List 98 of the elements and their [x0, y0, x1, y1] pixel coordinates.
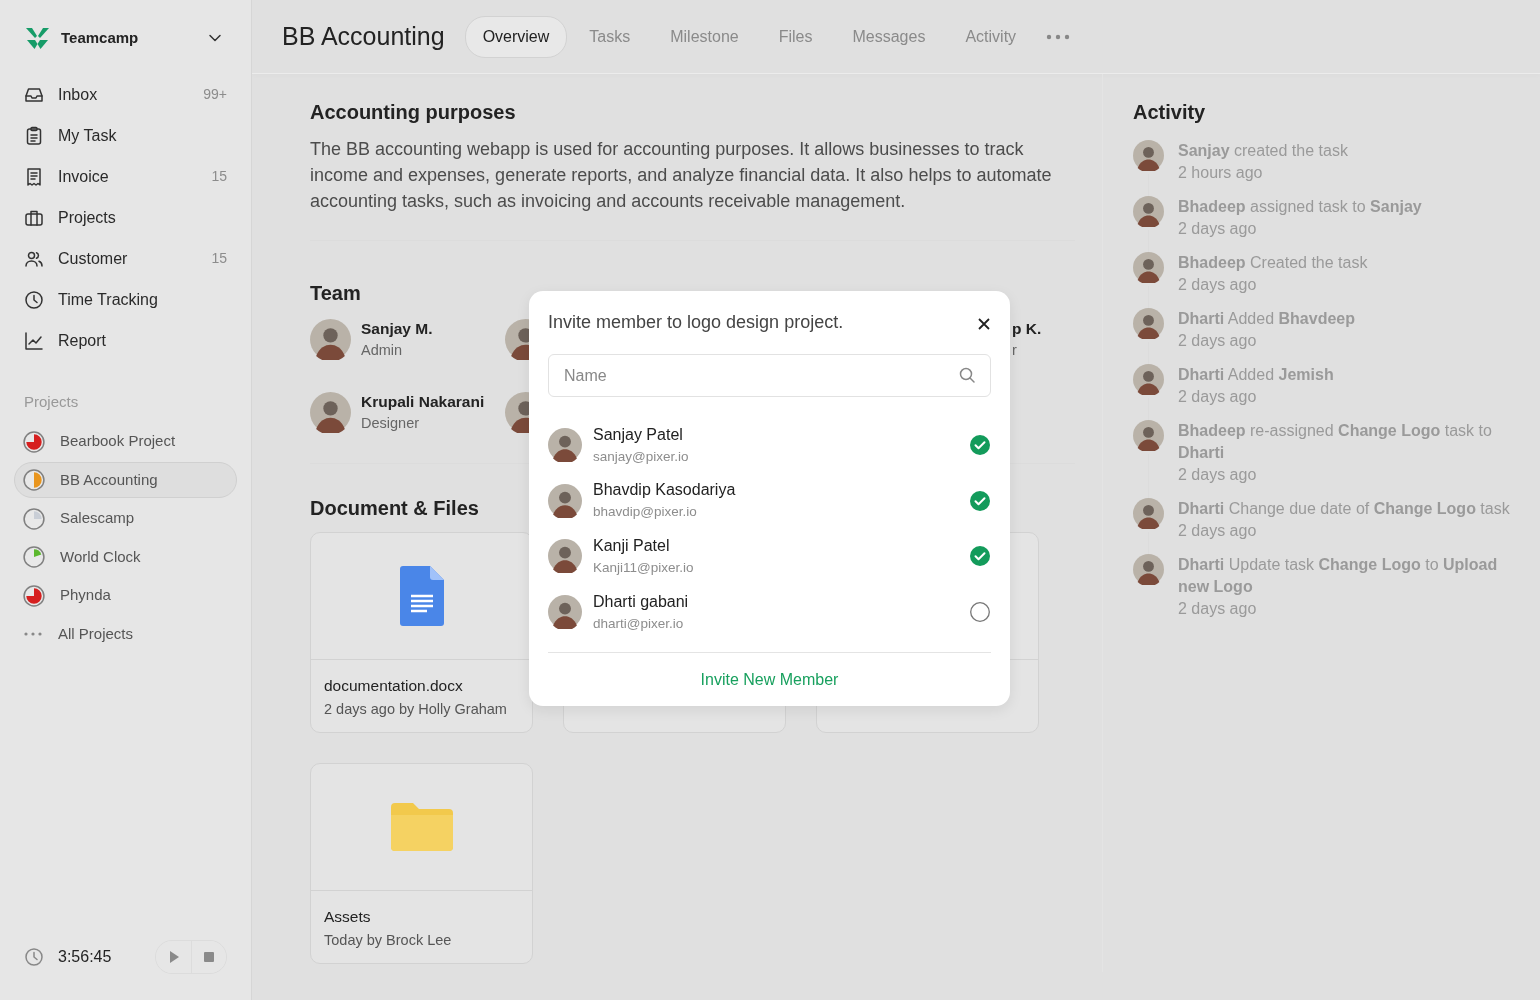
- more-icon[interactable]: [1046, 33, 1071, 40]
- section-title: Accounting purposes: [310, 100, 516, 124]
- member-name: Krupali Nakarani: [361, 392, 485, 412]
- activity-text: Dharti Added Bhavdeep: [1178, 309, 1355, 329]
- checkbox[interactable]: [969, 545, 991, 568]
- nav-item[interactable]: Inbox 99+: [14, 74, 237, 115]
- more-icon: [23, 631, 43, 637]
- project-item[interactable]: Phynda: [14, 577, 237, 614]
- activity-time: 2 hours ago: [1178, 163, 1264, 183]
- receipt-icon: [24, 166, 44, 187]
- activity-text: Sanjay created the task: [1178, 141, 1348, 161]
- timer-value: 3:56:45: [58, 947, 112, 967]
- activity-text: Bhadeep re-assigned Change Logo task to Dharti: [1178, 421, 1493, 463]
- file-card[interactable]: Assets Today by Brock Lee: [310, 763, 533, 964]
- play-icon: [167, 950, 180, 964]
- count: 99+: [203, 85, 227, 104]
- file-name: documentation.docx: [323, 676, 464, 696]
- avatar: [1133, 554, 1164, 585]
- clock-icon: [24, 289, 44, 310]
- member-email: sanjay@pixer.io: [593, 447, 689, 466]
- section-title: Document & Files: [310, 496, 479, 520]
- activity-text: Dharti Update task Change Logo to Upload new Logo: [1178, 555, 1499, 597]
- activity-time: 2 days ago: [1178, 275, 1258, 295]
- avatar: [1133, 196, 1164, 227]
- avatar: [548, 427, 582, 462]
- avatar: [1133, 308, 1164, 339]
- member-name: Bhavdip Kasodariya: [593, 480, 736, 501]
- checkbox[interactable]: [969, 489, 991, 512]
- clipboard-icon: [24, 125, 44, 146]
- avatar: [548, 539, 582, 574]
- file-meta: Today by Brock Lee: [323, 931, 453, 951]
- chart-icon: [24, 330, 44, 351]
- activity-time: 2 days ago: [1178, 219, 1258, 239]
- folder-icon: [390, 803, 453, 851]
- checkbox[interactable]: [969, 433, 991, 456]
- avatar: [1133, 140, 1164, 171]
- section-heading: Projects: [23, 392, 80, 412]
- member-row[interactable]: Sanjay Patel sanjay@pixer.io: [548, 417, 991, 473]
- tab[interactable]: Overview: [464, 15, 568, 58]
- activity-text: Dharti Change due date of Change Logo task: [1178, 499, 1510, 519]
- count: 15: [211, 167, 227, 186]
- activity-text: Bhadeep assigned task to Sanjay: [1178, 197, 1422, 217]
- avatar: [548, 594, 582, 629]
- activity-text: Bhadeep Created the task: [1178, 253, 1368, 273]
- description: The BB accounting webapp is used for accounting purposes. It allows businesses to track income and expenses, generate reports, and analyze financial data. It also helps to automate accounting tasks, such as invoicing and accounts receivable management.: [310, 138, 1053, 213]
- nav-item[interactable]: Projects: [14, 197, 237, 238]
- avatar: [310, 392, 351, 433]
- clock-icon: [24, 947, 44, 967]
- member-row[interactable]: Dharti gabani dharti@pixer.io: [548, 584, 991, 640]
- avatar: [310, 319, 351, 360]
- section-title: Team: [310, 281, 361, 305]
- project-item[interactable]: BB Accounting: [14, 462, 237, 498]
- member-email: dharti@pixer.io: [593, 614, 685, 633]
- member-name: Kanji Patel: [593, 536, 671, 557]
- all-projects-link[interactable]: All Projects: [14, 616, 237, 652]
- activity-time: 2 days ago: [1178, 331, 1258, 351]
- file-name: Assets: [323, 907, 372, 927]
- nav-item[interactable]: My Task: [14, 115, 237, 156]
- member-row[interactable]: Kanji Patel Kanji11@pixer.io: [548, 528, 991, 585]
- project-item[interactable]: World Clock: [14, 539, 237, 575]
- member-role: Admin: [361, 341, 404, 361]
- avatar: [1133, 420, 1164, 451]
- member-name: Sanjay Patel: [593, 424, 684, 445]
- workspace-name: Teamcamp: [61, 27, 139, 48]
- count: 15: [211, 249, 227, 268]
- document-icon: [399, 566, 444, 626]
- member-role: Designer: [361, 414, 421, 434]
- member-name: p K.: [1012, 319, 1042, 339]
- avatar: [1133, 364, 1164, 395]
- nav-item[interactable]: Invoice 15: [14, 156, 237, 197]
- nav-item[interactable]: Report: [14, 320, 237, 361]
- member-name: Dharti gabani: [593, 591, 689, 612]
- avatar: [548, 483, 582, 518]
- checkbox[interactable]: [969, 600, 991, 623]
- stop-icon: [203, 951, 215, 963]
- file-card[interactable]: documentation.docx 2 days ago by Holly Graham: [310, 532, 533, 733]
- avatar: [1133, 252, 1164, 283]
- search-field[interactable]: Name: [548, 354, 991, 397]
- activity-time: 2 days ago: [1178, 521, 1258, 541]
- activity-time: 2 days ago: [1178, 465, 1258, 485]
- search-icon: [958, 366, 976, 384]
- project-item[interactable]: Bearbook Project: [14, 423, 237, 460]
- nav-item[interactable]: Time Tracking: [14, 279, 237, 320]
- member-name: Sanjay M.: [361, 319, 433, 339]
- member-row[interactable]: Bhavdip Kasodariya bhavdip@pixer.io: [548, 472, 991, 529]
- activity-time: 2 days ago: [1178, 387, 1258, 407]
- project-item[interactable]: Salescamp: [14, 500, 237, 537]
- activity-text: Dharti Added Jemish: [1178, 365, 1334, 385]
- section-title: Activity: [1133, 100, 1206, 124]
- nav-item[interactable]: Customer 15: [14, 238, 237, 279]
- member-email: bhavdip@pixer.io: [593, 503, 698, 522]
- file-meta: 2 days ago by Holly Graham: [323, 700, 508, 720]
- activity-time: 2 days ago: [1178, 599, 1258, 619]
- avatar: [1133, 498, 1164, 529]
- member-role: r: [1012, 341, 1018, 361]
- member-email: Kanji11@pixer.io: [593, 559, 694, 578]
- project-title: BB Accounting: [282, 20, 445, 52]
- modal-title: Invite member to logo design project.: [548, 311, 844, 334]
